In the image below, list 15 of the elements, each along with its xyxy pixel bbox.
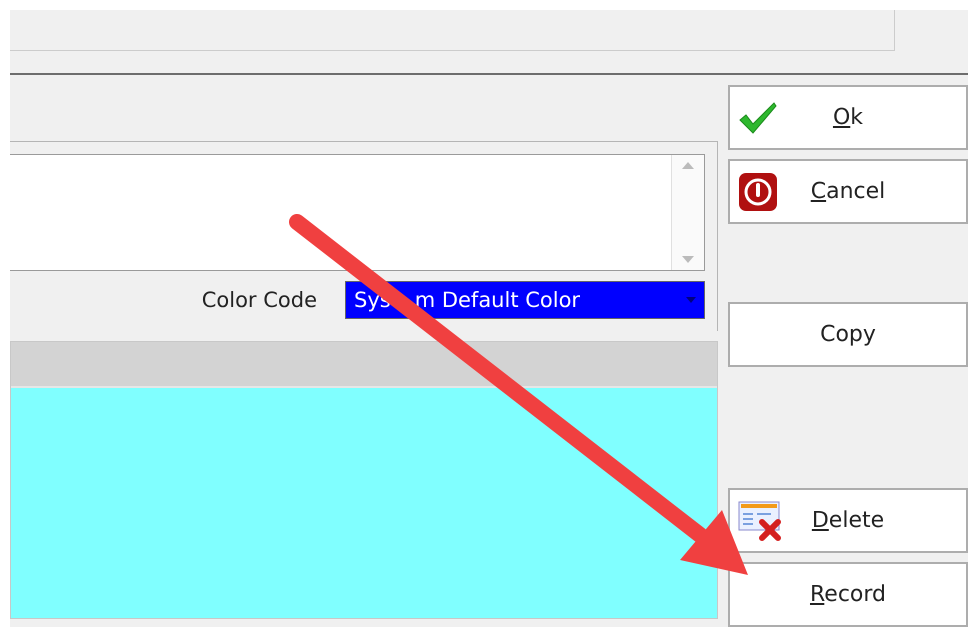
ok-button[interactable]: Ok xyxy=(728,85,968,150)
delete-button[interactable]: Delete xyxy=(728,488,968,553)
dropdown-caret-icon[interactable] xyxy=(686,297,696,303)
scroll-down-icon[interactable] xyxy=(682,256,694,264)
cancel-button[interactable]: Cancel xyxy=(728,159,968,224)
scrollbar[interactable] xyxy=(671,155,704,270)
memo-field[interactable] xyxy=(10,154,705,271)
field-label: Color Code xyxy=(202,288,317,312)
table-delete-icon xyxy=(738,500,784,542)
copy-button[interactable]: Copy xyxy=(728,302,968,367)
check-icon xyxy=(738,100,778,136)
dropdown-value: m Default Color xyxy=(414,288,580,312)
stop-icon xyxy=(738,172,778,212)
scroll-up-icon[interactable] xyxy=(682,161,694,169)
record-button[interactable]: Record xyxy=(728,562,968,627)
